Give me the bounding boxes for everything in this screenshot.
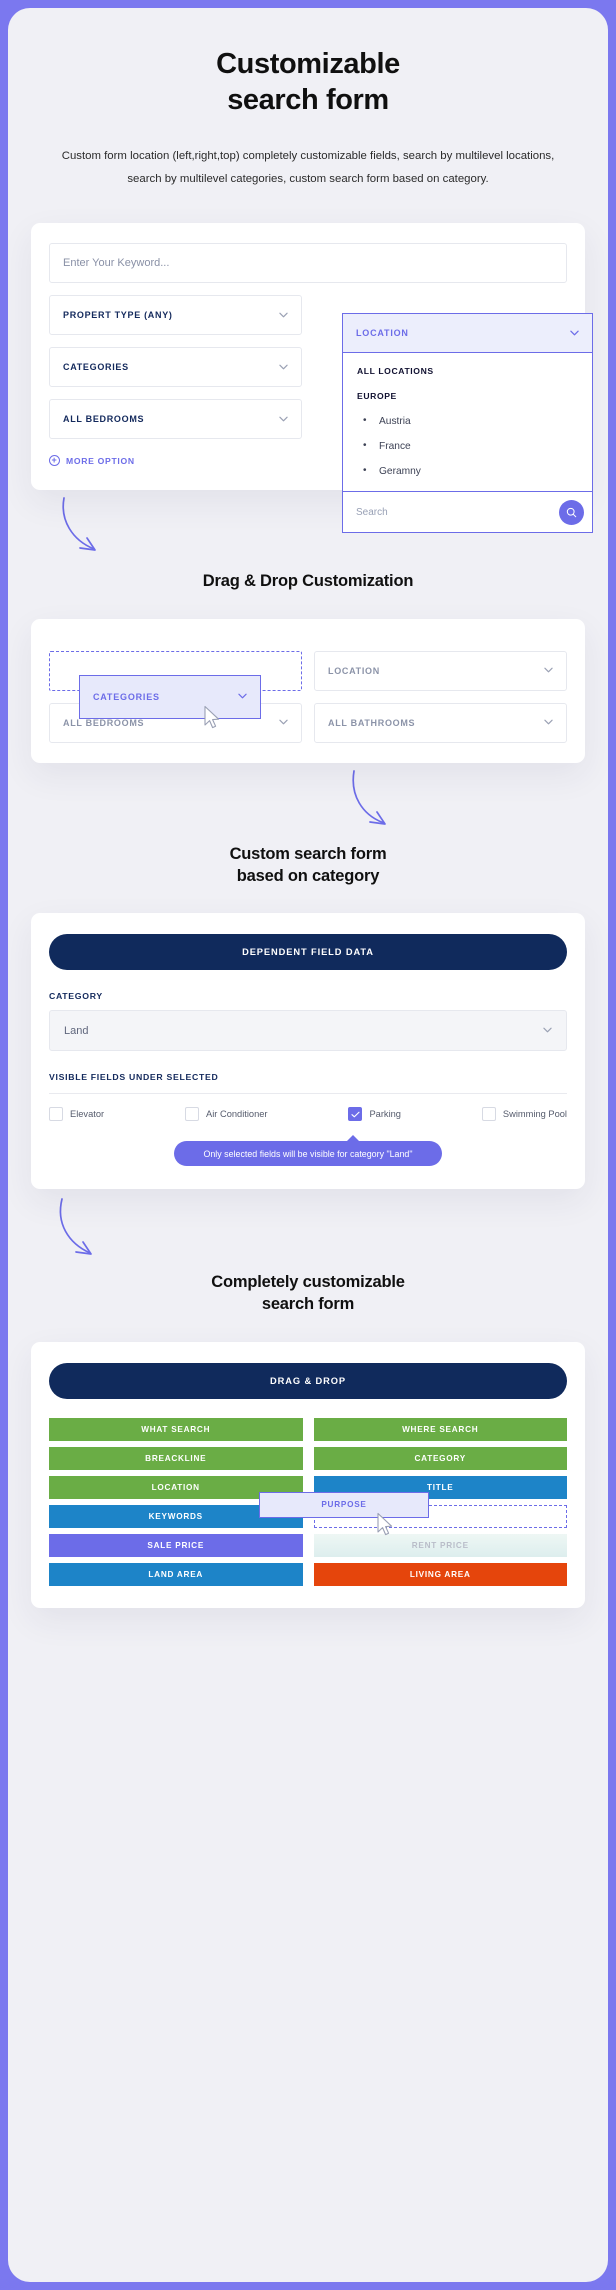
page-title: Customizable search form: [48, 46, 568, 119]
chevron-down-icon: [279, 415, 288, 424]
button-category[interactable]: CATEGORY: [313, 1446, 567, 1470]
device-frame: Customizable search form Custom form loc…: [8, 8, 608, 2282]
mouse-pointer-icon: [377, 1512, 393, 1535]
location-option-list: ALL LOCATIONS EUROPE Austria France Gera…: [342, 353, 593, 493]
visible-fields-checkbox-row: Elevator Air Conditioner Parking Swimmin…: [49, 1107, 567, 1122]
chevron-down-icon: [279, 718, 288, 727]
button-rent-price[interactable]: RENT PRICE: [313, 1533, 567, 1557]
property-type-label: PROPERT TYPE (ANY): [63, 310, 173, 321]
page: Customizable search form Custom form loc…: [8, 8, 608, 1638]
dragging-field-label: CATEGORIES: [93, 691, 160, 702]
dd-bathrooms-label: ALL BATHROOMS: [328, 717, 416, 728]
checkbox-elevator[interactable]: Elevator: [49, 1107, 105, 1122]
button-land-area[interactable]: LAND AREA: [49, 1562, 303, 1586]
dragging-purpose-button[interactable]: PURPOSE: [259, 1491, 429, 1518]
checkbox-parking[interactable]: Parking: [348, 1107, 401, 1122]
section3-title: Custom search form based on category: [8, 843, 608, 888]
location-group-all[interactable]: ALL LOCATIONS: [357, 366, 578, 376]
list-item[interactable]: Geramny: [357, 465, 578, 477]
location-dropdown: LOCATION ALL LOCATIONS EUROPE Austria Fr…: [342, 313, 593, 534]
dd-location-select[interactable]: LOCATION: [314, 650, 567, 691]
bedrooms-label: ALL BEDROOMS: [63, 414, 145, 425]
more-option-button[interactable]: + MORE OPTION: [49, 455, 135, 467]
button-what-search[interactable]: WHAT SEARCH: [49, 1417, 303, 1441]
hero-section: Customizable search form Custom form loc…: [8, 8, 608, 191]
section4-title: Completely customizable search form: [8, 1271, 608, 1316]
drag-drop-card: ALL BEDROOMS LOCATION ALL BATHROOMS CATE…: [31, 618, 585, 763]
categories-select[interactable]: CATEGORIES: [49, 347, 302, 388]
checkbox-box[interactable]: [49, 1107, 63, 1122]
left-field-column: PROPERT TYPE (ANY) CATEGORIES ALL BEDROO…: [49, 295, 302, 440]
section4-title-line1: Completely customizable: [211, 1273, 405, 1292]
page-title-line1: Customizable: [216, 48, 400, 80]
drag-drop-buttons-card: DRAG & DROP WHAT SEARCH BREACKLINE LOCAT…: [31, 1341, 585, 1608]
dragging-categories-field[interactable]: CATEGORIES: [79, 674, 261, 719]
chevron-down-icon: [238, 692, 247, 701]
hero-description: Custom form location (left,right,top) co…: [61, 149, 555, 185]
checkbox-label: Elevator: [70, 1109, 105, 1120]
bedrooms-select[interactable]: ALL BEDROOMS: [49, 399, 302, 440]
curved-arrow-icon: [352, 769, 386, 825]
section2-title: Drag & Drop Customization: [202, 572, 414, 591]
property-type-select[interactable]: PROPERT TYPE (ANY): [49, 295, 302, 336]
divider: [49, 1093, 567, 1095]
section3-title-line2: based on category: [236, 866, 380, 885]
search-button[interactable]: [559, 499, 584, 525]
tooltip: Only selected fields will be visible for…: [174, 1135, 442, 1167]
location-label: LOCATION: [356, 328, 409, 339]
button-living-area[interactable]: LIVING AREA: [313, 1562, 567, 1586]
dd-right-column: LOCATION ALL BATHROOMS: [314, 650, 567, 743]
page-title-line2: search form: [227, 84, 389, 117]
drag-drop-header: DRAG & DROP: [49, 1362, 567, 1399]
more-option-label: MORE OPTION: [66, 455, 135, 466]
list-item[interactable]: France: [357, 440, 578, 452]
button-where-search[interactable]: WHERE SEARCH: [313, 1417, 567, 1441]
search-form-card: Enter Your Keyword... PROPERT TYPE (ANY)…: [31, 223, 593, 534]
category-select[interactable]: Land: [49, 1010, 567, 1052]
chevron-down-icon: [544, 718, 553, 727]
location-group-europe[interactable]: EUROPE: [357, 391, 578, 401]
mouse-pointer-icon: [204, 705, 220, 728]
chevron-down-icon: [279, 311, 288, 320]
checkbox-box[interactable]: [348, 1107, 363, 1122]
chevron-down-icon: [543, 1026, 552, 1035]
section4-title-line2: search form: [261, 1295, 355, 1314]
categories-label: CATEGORIES: [63, 362, 129, 373]
dd-location-label: LOCATION: [328, 665, 380, 676]
category-value: Land: [64, 1024, 89, 1037]
chevron-down-icon: [570, 329, 579, 338]
location-items: Austria France Geramny: [357, 415, 578, 477]
location-search-input[interactable]: Search: [356, 507, 388, 518]
checkbox-label: Swimming Pool: [502, 1109, 567, 1120]
dependent-field-header: DEPENDENT FIELD DATA: [49, 934, 567, 971]
section3-title-line1: Custom search form: [229, 844, 387, 863]
button-breackline[interactable]: BREACKLINE: [49, 1446, 303, 1470]
plus-circle-icon: +: [49, 455, 60, 467]
check-icon: [351, 1111, 360, 1117]
button-sale-price[interactable]: SALE PRICE: [49, 1533, 303, 1557]
search-icon: [566, 507, 577, 518]
category-label: CATEGORY: [49, 991, 103, 1002]
curved-arrow-icon: [62, 497, 96, 552]
chevron-down-icon: [544, 666, 553, 675]
chevron-down-icon: [279, 363, 288, 372]
keyword-placeholder: Enter Your Keyword...: [63, 257, 170, 270]
location-select-header[interactable]: LOCATION: [342, 313, 593, 354]
checkbox-box[interactable]: [185, 1107, 200, 1122]
checkbox-swimming-pool[interactable]: Swimming Pool: [481, 1107, 567, 1122]
checkbox-label: Air Conditioner: [206, 1109, 268, 1120]
dependent-field-card: DEPENDENT FIELD DATA CATEGORY Land VISIB…: [31, 913, 585, 1190]
curved-arrow-icon: [59, 1198, 92, 1255]
visible-fields-label: VISIBLE FIELDS UNDER SELECTED: [49, 1072, 219, 1083]
checkbox-air-conditioner[interactable]: Air Conditioner: [185, 1107, 268, 1122]
keyword-input[interactable]: Enter Your Keyword...: [49, 243, 567, 284]
dd-bedrooms-label: ALL BEDROOMS: [63, 717, 145, 728]
list-item[interactable]: Austria: [357, 415, 578, 427]
checkbox-label: Parking: [369, 1109, 401, 1120]
location-search-row: Search: [342, 492, 593, 534]
dd-bathrooms-select[interactable]: ALL BATHROOMS: [314, 702, 567, 743]
checkbox-box[interactable]: [481, 1107, 496, 1122]
